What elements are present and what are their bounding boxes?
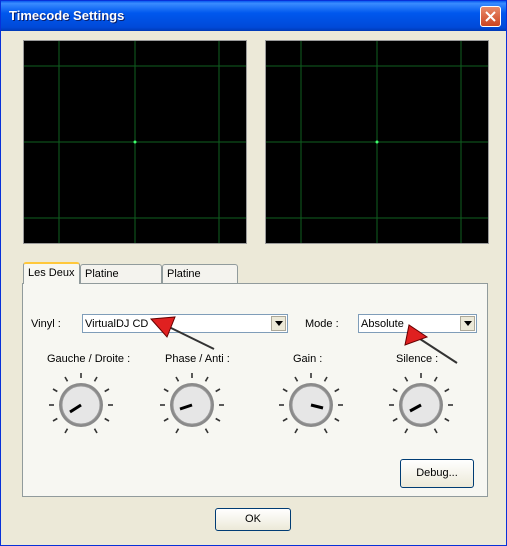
vinyl-dropdown-button[interactable] — [271, 316, 286, 331]
silence-knob[interactable] — [386, 370, 456, 440]
ok-button[interactable]: OK — [215, 508, 291, 531]
vinyl-value: VirtualDJ CD — [85, 318, 149, 330]
tab-platine-droite[interactable]: Platine Droite — [162, 264, 238, 299]
phase-anti-knob[interactable] — [157, 370, 227, 440]
right-deck-scope — [265, 40, 489, 244]
chevron-down-icon — [275, 321, 283, 326]
timecode-settings-window: Timecode Settings Les Deux Platine Plati… — [0, 0, 507, 546]
knob-label-gain: Gain : — [293, 353, 323, 365]
close-icon — [485, 11, 496, 22]
mode-value: Absolute — [361, 318, 404, 330]
left-deck-scope — [23, 40, 247, 244]
mode-dropdown-button[interactable] — [460, 316, 475, 331]
mode-label: Mode : — [305, 318, 339, 330]
tab-les-deux[interactable]: Les Deux — [23, 262, 80, 284]
chevron-down-icon — [464, 321, 472, 326]
debug-button[interactable]: Debug... — [400, 459, 474, 488]
knob-label-phase-anti: Phase / Anti : — [165, 353, 230, 365]
tab-platine-gauche[interactable]: Platine Gauche — [80, 264, 162, 299]
gauche-droite-knob[interactable] — [46, 370, 116, 440]
knob-label-silence: Silence : — [396, 353, 439, 365]
right-scope-grid — [266, 41, 488, 243]
gain-knob[interactable] — [276, 370, 346, 440]
title-bar[interactable]: Timecode Settings — [1, 1, 506, 31]
knob-label-gauche-droite: Gauche / Droite : — [47, 353, 131, 365]
left-scope-grid — [24, 41, 246, 243]
vinyl-label: Vinyl : — [31, 318, 61, 330]
window-title: Timecode Settings — [9, 8, 125, 23]
close-button[interactable] — [480, 6, 501, 27]
red-arrow-icon — [149, 316, 215, 350]
